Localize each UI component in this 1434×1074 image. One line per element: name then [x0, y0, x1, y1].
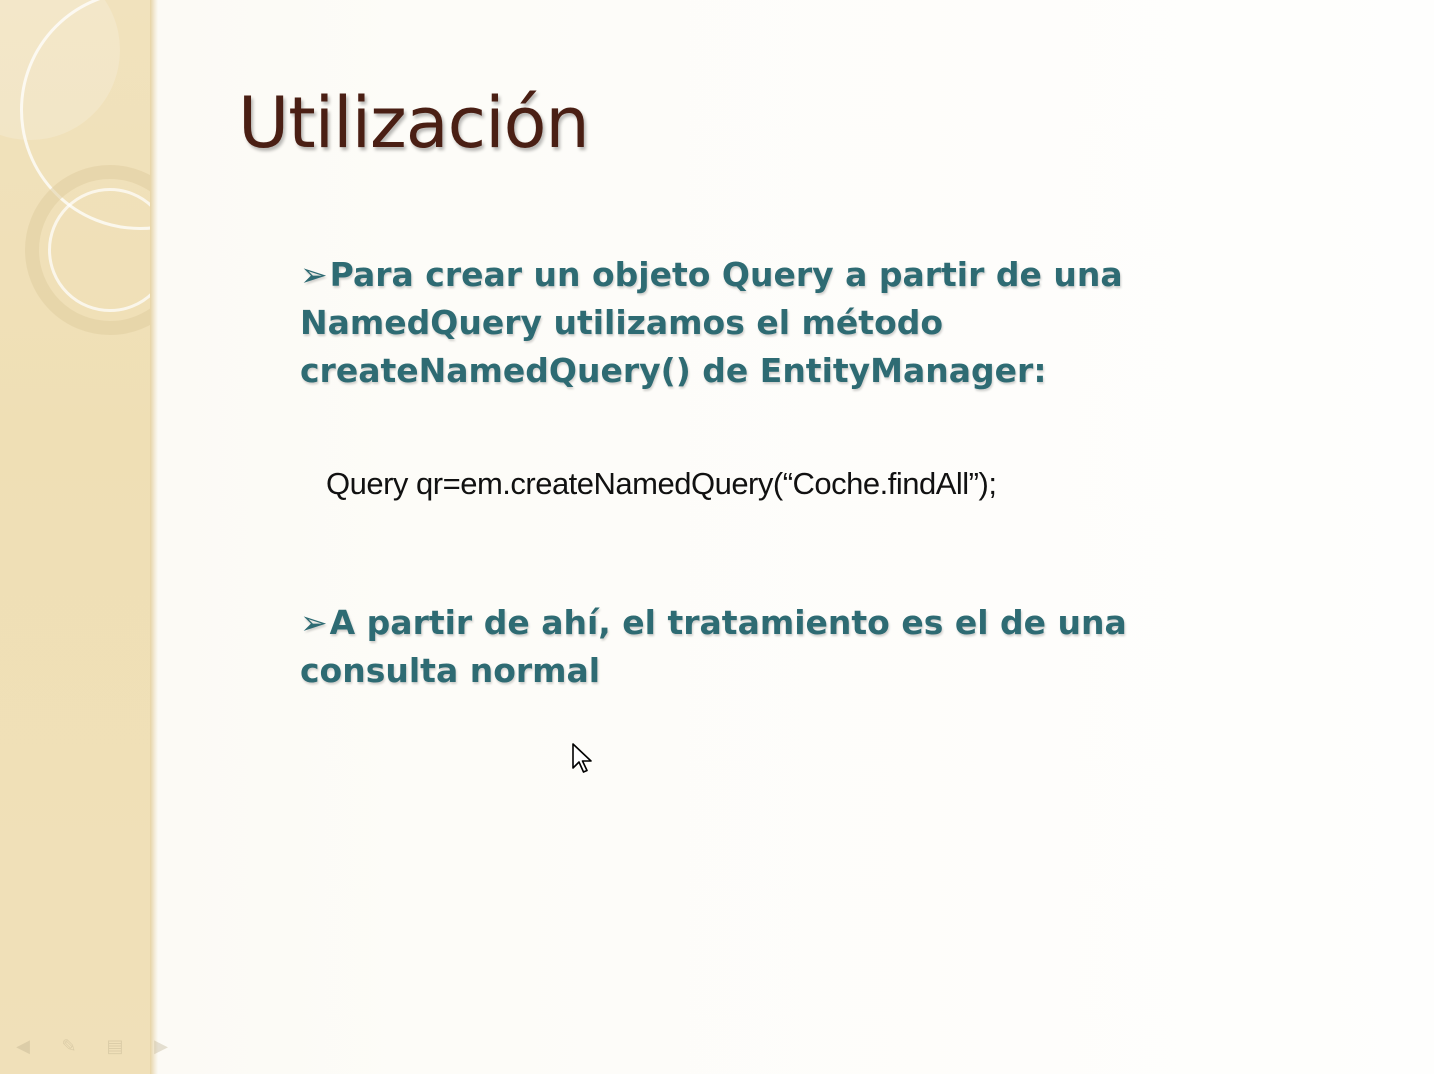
bullet-item: ➢A partir de ahí, el tratamiento es el d… — [300, 599, 1180, 695]
slideshow-nav-toolbar: ◀ ✎ ▤ ▶ — [12, 1036, 172, 1058]
decorative-sidebar — [0, 0, 155, 1074]
sidebar-edge — [150, 0, 158, 1074]
arrow-bullet-icon: ➢ — [300, 603, 328, 642]
arrow-bullet-icon: ➢ — [300, 255, 328, 294]
bullet-text: A partir de ahí, el tratamiento es el de… — [300, 603, 1127, 690]
slide-title: Utilización — [238, 82, 590, 164]
pen-icon[interactable]: ✎ — [58, 1036, 80, 1058]
bullet-item: ➢Para crear un objeto Query a partir de … — [300, 251, 1180, 395]
mouse-pointer-icon — [572, 743, 592, 773]
next-slide-icon[interactable]: ▶ — [150, 1036, 172, 1058]
presentation-slide: Utilización ➢Para crear un objeto Query … — [0, 0, 1434, 1074]
bullet-text: Para crear un objeto Query a partir de u… — [300, 255, 1123, 390]
code-snippet: Query qr=em.createNamedQuery(“Coche.find… — [326, 466, 997, 501]
prev-slide-icon[interactable]: ◀ — [12, 1036, 34, 1058]
menu-icon[interactable]: ▤ — [104, 1036, 126, 1058]
